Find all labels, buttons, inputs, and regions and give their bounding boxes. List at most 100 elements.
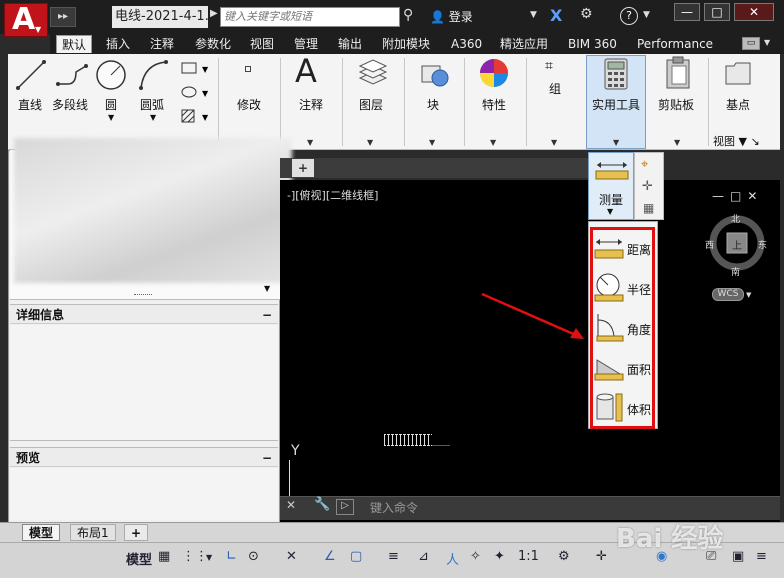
- arc-tool-button[interactable]: [136, 58, 172, 95]
- viewport-window-controls[interactable]: —□✕: [712, 189, 763, 203]
- annotate-plus-icon[interactable]: ✛: [596, 549, 607, 564]
- measure-volume-item[interactable]: 体积: [594, 390, 654, 426]
- drawing-object[interactable]: [384, 434, 432, 446]
- drawing-line[interactable]: [432, 445, 450, 446]
- details-collapse-button[interactable]: −: [262, 305, 272, 325]
- tab-performance[interactable]: Performance: [637, 35, 713, 53]
- tab-model[interactable]: 模型: [22, 524, 61, 541]
- clipboard-panel-dropdown[interactable]: ▼: [674, 138, 680, 147]
- annotation-label[interactable]: 注释: [299, 96, 323, 113]
- line-tool-button[interactable]: [14, 58, 50, 95]
- clean-screen-icon[interactable]: ▣: [732, 549, 744, 564]
- add-layout-button[interactable]: +: [124, 524, 149, 541]
- hatch-tool-button[interactable]: ▼: [180, 84, 212, 103]
- groups-panel-dropdown[interactable]: ▼: [551, 138, 557, 147]
- measure-radius-item[interactable]: 半径: [594, 270, 654, 306]
- login-button[interactable]: 👤 登录: [430, 8, 473, 25]
- tab-bim360[interactable]: BIM 360: [568, 35, 617, 53]
- scroll-down-icon[interactable]: ▼: [264, 284, 270, 293]
- tab-output[interactable]: 输出: [338, 35, 362, 53]
- view-panel-footer[interactable]: 视图 ▼ ↘: [713, 133, 760, 149]
- polyline-tool-button[interactable]: [54, 58, 90, 95]
- recent-commands-button[interactable]: ▷: [336, 499, 354, 515]
- measure-area-item[interactable]: 面积: [594, 350, 654, 386]
- new-file-tab-button[interactable]: +: [292, 159, 314, 177]
- viewcube-east[interactable]: 东: [758, 238, 767, 251]
- layers-label[interactable]: 图层: [359, 96, 383, 113]
- command-close-icon[interactable]: ✕: [286, 498, 296, 512]
- object-snap-icon[interactable]: ▢: [350, 549, 362, 564]
- annotation-panel-dropdown[interactable]: ▼: [307, 138, 313, 147]
- tab-featured-apps[interactable]: 精选应用: [500, 35, 548, 53]
- polar-tracking-icon[interactable]: ⊙: [248, 549, 259, 564]
- tab-annotate[interactable]: 注释: [150, 35, 174, 53]
- snap-icon[interactable]: ⋮⋮: [182, 549, 208, 564]
- ortho-icon[interactable]: ∟: [226, 549, 237, 564]
- ribbon-minimize-icon[interactable]: ▭: [742, 37, 760, 50]
- tab-view[interactable]: 视图: [250, 35, 274, 53]
- search-input[interactable]: 键入关键字或短语: [220, 7, 400, 27]
- quick-select-icon[interactable]: ⌖: [641, 157, 648, 172]
- title-expand-icon[interactable]: ▶: [210, 8, 218, 19]
- transparency-icon[interactable]: ⊿: [418, 549, 429, 564]
- properties-panel-dropdown[interactable]: ▼: [490, 138, 496, 147]
- rectangle-tool-button[interactable]: ▼: [180, 60, 212, 79]
- tab-a360[interactable]: A360: [451, 35, 482, 53]
- groups-label[interactable]: 组: [549, 80, 561, 97]
- wcs-menu[interactable]: WCS: [712, 288, 744, 301]
- tab-default[interactable]: 默认: [56, 35, 92, 53]
- help-dropdown-icon[interactable]: ▼: [643, 10, 650, 20]
- ribbon-options-icon[interactable]: ▼: [764, 38, 770, 47]
- hatch-pattern-button[interactable]: ▼: [180, 108, 212, 127]
- binoculars-search-icon[interactable]: ⚲: [403, 7, 413, 23]
- object-snap-tracking-icon[interactable]: ∠: [324, 549, 336, 564]
- arc-dropdown-icon[interactable]: ▼: [150, 113, 156, 122]
- base-label[interactable]: 基点: [726, 96, 750, 113]
- annotation-monitor-icon[interactable]: ✦: [494, 549, 505, 564]
- quickcalc-icon[interactable]: ▦: [643, 201, 654, 215]
- tab-parametric[interactable]: 参数化: [195, 35, 231, 53]
- circle-tool-button[interactable]: [94, 58, 128, 95]
- utilities-panel-dropdown[interactable]: ▼: [613, 138, 619, 147]
- tab-insert[interactable]: 插入: [106, 35, 130, 53]
- block-panel-dropdown[interactable]: ▼: [429, 138, 435, 147]
- circle-dropdown-icon[interactable]: ▼: [108, 113, 114, 122]
- measure-split-button[interactable]: 测量 ▼: [588, 152, 634, 220]
- measure-angle-item[interactable]: 角度: [594, 310, 654, 346]
- wcs-dropdown-icon[interactable]: ▼: [746, 291, 751, 299]
- layers-panel-dropdown[interactable]: ▼: [367, 138, 373, 147]
- viewcube-top-face[interactable]: 上: [732, 237, 742, 252]
- viewport-controls-label[interactable]: -][俯视][二维线框]: [287, 187, 378, 203]
- clipboard-label[interactable]: 剪贴板: [658, 96, 694, 113]
- close-button[interactable]: ✕: [734, 3, 774, 21]
- measure-distance-item[interactable]: 距离: [594, 230, 654, 266]
- measure-dropdown-icon[interactable]: ▼: [607, 207, 613, 216]
- properties-label[interactable]: 特性: [482, 96, 506, 113]
- tab-layout1[interactable]: 布局1: [70, 524, 116, 541]
- tab-addins[interactable]: 附加模块: [382, 35, 430, 53]
- maximize-button[interactable]: □: [704, 3, 730, 21]
- snap-dropdown-icon[interactable]: ▼: [206, 553, 212, 562]
- login-dropdown-icon[interactable]: ▼: [530, 10, 537, 20]
- annotation-scale[interactable]: 1:1: [518, 549, 539, 564]
- model-space-button[interactable]: 模型: [126, 549, 152, 568]
- application-menu-button[interactable]: A ▼: [4, 2, 48, 37]
- annotation-visibility-icon[interactable]: 人: [446, 549, 459, 568]
- id-point-icon[interactable]: ✛: [642, 179, 653, 194]
- help-button[interactable]: ?: [620, 7, 638, 25]
- block-label[interactable]: 块: [427, 96, 439, 113]
- viewcube-west[interactable]: 西: [705, 238, 714, 251]
- grid-icon[interactable]: ▦: [158, 549, 170, 564]
- splitter-handle[interactable]: [134, 294, 152, 297]
- drawing-canvas[interactable]: [280, 180, 780, 523]
- customization-icon[interactable]: ≡: [756, 549, 767, 564]
- preview-collapse-button[interactable]: −: [262, 448, 272, 468]
- quick-access-expand-button[interactable]: ▸▸: [50, 7, 76, 27]
- autoscale-icon[interactable]: ✧: [470, 549, 481, 564]
- viewcube-north[interactable]: 北: [731, 212, 740, 225]
- minimize-button[interactable]: —: [674, 3, 700, 21]
- tab-manage[interactable]: 管理: [294, 35, 318, 53]
- command-customize-icon[interactable]: 🔧: [314, 497, 330, 512]
- workspace-gear-icon[interactable]: ⚙: [558, 549, 570, 564]
- modify-label[interactable]: 修改: [237, 96, 261, 113]
